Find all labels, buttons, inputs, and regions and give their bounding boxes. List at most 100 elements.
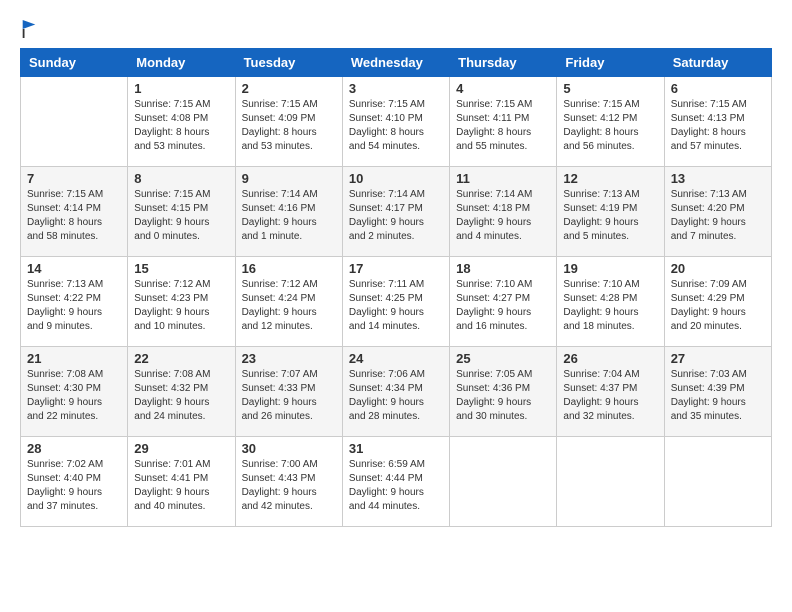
day-info: Sunrise: 7:13 AMSunset: 4:19 PMDaylight:… — [563, 188, 657, 244]
day-number: 1 — [134, 81, 228, 96]
day-cell: 14 Sunrise: 7:13 AMSunset: 4:22 PMDayligh… — [21, 257, 128, 347]
day-cell — [557, 437, 664, 527]
header-sunday: Sunday — [21, 49, 128, 77]
day-number: 3 — [349, 81, 443, 96]
day-number: 14 — [27, 261, 121, 276]
day-number: 6 — [671, 81, 765, 96]
header-tuesday: Tuesday — [235, 49, 342, 77]
day-number: 13 — [671, 171, 765, 186]
day-cell: 8 Sunrise: 7:15 AMSunset: 4:15 PMDaylight… — [128, 167, 235, 257]
day-info: Sunrise: 7:01 AMSunset: 4:41 PMDaylight:… — [134, 458, 228, 514]
day-cell: 3 Sunrise: 7:15 AMSunset: 4:10 PMDaylight… — [342, 77, 449, 167]
day-cell: 9 Sunrise: 7:14 AMSunset: 4:16 PMDaylight… — [235, 167, 342, 257]
day-info: Sunrise: 7:15 AMSunset: 4:14 PMDaylight:… — [27, 188, 121, 244]
day-cell: 20Sunrise: 7:09 AMSunset: 4:29 PMDayligh… — [664, 257, 771, 347]
day-cell: 1 Sunrise: 7:15 AMSunset: 4:08 PMDaylight… — [128, 77, 235, 167]
header — [20, 20, 772, 38]
day-number: 10 — [349, 171, 443, 186]
day-info: Sunrise: 7:15 AMSunset: 4:13 PMDaylight:… — [671, 98, 765, 154]
day-cell: 11 Sunrise: 7:14 AMSunset: 4:18 PMDayligh… — [450, 167, 557, 257]
day-info: Sunrise: 7:05 AMSunset: 4:36 PMDaylight:… — [456, 368, 550, 424]
header-wednesday: Wednesday — [342, 49, 449, 77]
day-info: Sunrise: 7:15 AMSunset: 4:10 PMDaylight:… — [349, 98, 443, 154]
day-number: 31 — [349, 441, 443, 456]
day-cell — [664, 437, 771, 527]
day-cell: 25 Sunrise: 7:05 AMSunset: 4:36 PMDayligh… — [450, 347, 557, 437]
calendar-table: SundayMondayTuesdayWednesdayThursdayFrid… — [20, 48, 772, 527]
day-number: 25 — [456, 351, 550, 366]
day-number: 8 — [134, 171, 228, 186]
day-cell: 18 Sunrise: 7:10 AMSunset: 4:27 PMDayligh… — [450, 257, 557, 347]
day-number: 2 — [242, 81, 336, 96]
day-number: 4 — [456, 81, 550, 96]
day-info: Sunrise: 7:08 AMSunset: 4:32 PMDaylight:… — [134, 368, 228, 424]
day-number: 29 — [134, 441, 228, 456]
day-cell: 13 Sunrise: 7:13 AMSunset: 4:20 PMDayligh… — [664, 167, 771, 257]
day-cell — [450, 437, 557, 527]
day-cell: 22 Sunrise: 7:08 AMSunset: 4:32 PMDayligh… — [128, 347, 235, 437]
day-number: 26 — [563, 351, 657, 366]
day-number: 12 — [563, 171, 657, 186]
day-info: Sunrise: 7:14 AMSunset: 4:16 PMDaylight:… — [242, 188, 336, 244]
day-info: Sunrise: 7:11 AMSunset: 4:25 PMDaylight:… — [349, 278, 443, 334]
day-cell — [21, 77, 128, 167]
day-info: Sunrise: 7:10 AMSunset: 4:27 PMDaylight:… — [456, 278, 550, 334]
week-row-4: 28 Sunrise: 7:02 AMSunset: 4:40 PMDayligh… — [21, 437, 772, 527]
day-number: 18 — [456, 261, 550, 276]
day-info: Sunrise: 7:04 AMSunset: 4:37 PMDaylight:… — [563, 368, 657, 424]
day-number: 28 — [27, 441, 121, 456]
day-info: Sunrise: 7:03 AMSunset: 4:39 PMDaylight:… — [671, 368, 765, 424]
day-info: Sunrise: 7:08 AMSunset: 4:30 PMDaylight:… — [27, 368, 121, 424]
day-info: Sunrise: 7:00 AMSunset: 4:43 PMDaylight:… — [242, 458, 336, 514]
day-number: 23 — [242, 351, 336, 366]
day-cell: 4 Sunrise: 7:15 AMSunset: 4:11 PMDaylight… — [450, 77, 557, 167]
day-info: Sunrise: 7:09 AMSunset: 4:29 PMDaylight:… — [671, 278, 765, 334]
day-number: 16 — [242, 261, 336, 276]
header-friday: Friday — [557, 49, 664, 77]
day-cell: 31 Sunrise: 6:59 AMSunset: 4:44 PMDayligh… — [342, 437, 449, 527]
day-info: Sunrise: 7:07 AMSunset: 4:33 PMDaylight:… — [242, 368, 336, 424]
day-info: Sunrise: 7:15 AMSunset: 4:11 PMDaylight:… — [456, 98, 550, 154]
day-info: Sunrise: 7:12 AMSunset: 4:23 PMDaylight:… — [134, 278, 228, 334]
header-saturday: Saturday — [664, 49, 771, 77]
day-cell: 12 Sunrise: 7:13 AMSunset: 4:19 PMDayligh… — [557, 167, 664, 257]
day-cell: 17 Sunrise: 7:11 AMSunset: 4:25 PMDayligh… — [342, 257, 449, 347]
day-cell: 24 Sunrise: 7:06 AMSunset: 4:34 PMDayligh… — [342, 347, 449, 437]
header-monday: Monday — [128, 49, 235, 77]
week-row-3: 21Sunrise: 7:08 AMSunset: 4:30 PMDayligh… — [21, 347, 772, 437]
day-info: Sunrise: 7:10 AMSunset: 4:28 PMDaylight:… — [563, 278, 657, 334]
day-number: 30 — [242, 441, 336, 456]
week-row-2: 14 Sunrise: 7:13 AMSunset: 4:22 PMDayligh… — [21, 257, 772, 347]
day-cell: 23 Sunrise: 7:07 AMSunset: 4:33 PMDayligh… — [235, 347, 342, 437]
day-cell: 15Sunrise: 7:12 AMSunset: 4:23 PMDayligh… — [128, 257, 235, 347]
day-number: 11 — [456, 171, 550, 186]
day-number: 17 — [349, 261, 443, 276]
day-info: Sunrise: 7:14 AMSunset: 4:18 PMDaylight:… — [456, 188, 550, 244]
day-info: Sunrise: 7:13 AMSunset: 4:22 PMDaylight:… — [27, 278, 121, 334]
day-cell: 21Sunrise: 7:08 AMSunset: 4:30 PMDayligh… — [21, 347, 128, 437]
header-thursday: Thursday — [450, 49, 557, 77]
day-cell: 5Sunrise: 7:15 AMSunset: 4:12 PMDaylight… — [557, 77, 664, 167]
day-number: 19 — [563, 261, 657, 276]
logo-flag-icon — [22, 20, 36, 38]
day-info: Sunrise: 7:15 AMSunset: 4:15 PMDaylight:… — [134, 188, 228, 244]
day-info: Sunrise: 6:59 AMSunset: 4:44 PMDaylight:… — [349, 458, 443, 514]
day-info: Sunrise: 7:06 AMSunset: 4:34 PMDaylight:… — [349, 368, 443, 424]
day-cell: 2Sunrise: 7:15 AMSunset: 4:09 PMDaylight… — [235, 77, 342, 167]
day-cell: 6 Sunrise: 7:15 AMSunset: 4:13 PMDaylight… — [664, 77, 771, 167]
day-cell: 28 Sunrise: 7:02 AMSunset: 4:40 PMDayligh… — [21, 437, 128, 527]
day-info: Sunrise: 7:12 AMSunset: 4:24 PMDaylight:… — [242, 278, 336, 334]
logo — [20, 20, 34, 38]
day-cell: 27Sunrise: 7:03 AMSunset: 4:39 PMDayligh… — [664, 347, 771, 437]
day-cell: 30 Sunrise: 7:00 AMSunset: 4:43 PMDayligh… — [235, 437, 342, 527]
day-cell: 29 Sunrise: 7:01 AMSunset: 4:41 PMDayligh… — [128, 437, 235, 527]
day-cell: 16 Sunrise: 7:12 AMSunset: 4:24 PMDayligh… — [235, 257, 342, 347]
day-number: 5 — [563, 81, 657, 96]
day-cell: 26 Sunrise: 7:04 AMSunset: 4:37 PMDayligh… — [557, 347, 664, 437]
day-number: 9 — [242, 171, 336, 186]
day-number: 22 — [134, 351, 228, 366]
day-info: Sunrise: 7:15 AMSunset: 4:08 PMDaylight:… — [134, 98, 228, 154]
day-info: Sunrise: 7:02 AMSunset: 4:40 PMDaylight:… — [27, 458, 121, 514]
day-number: 24 — [349, 351, 443, 366]
day-info: Sunrise: 7:13 AMSunset: 4:20 PMDaylight:… — [671, 188, 765, 244]
